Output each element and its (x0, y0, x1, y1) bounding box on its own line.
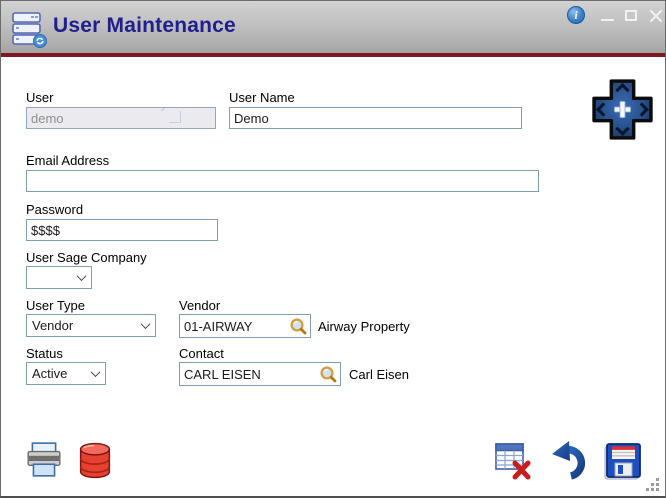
info-button[interactable]: i (567, 6, 587, 26)
info-icon: i (567, 6, 585, 24)
lookup-magnifier-icon[interactable] (289, 317, 308, 336)
record-navigator-button[interactable] (591, 78, 654, 141)
lookup-magnifier-icon[interactable] (319, 365, 338, 384)
email-label: Email Address (26, 153, 109, 168)
contact-label: Contact (179, 346, 224, 361)
save-icon (603, 441, 643, 481)
disabled-button-ghost (169, 111, 181, 123)
user-name-input[interactable] (229, 107, 522, 129)
contact-field (179, 362, 341, 386)
maximize-button[interactable] (622, 6, 642, 26)
password-label: Password (26, 202, 83, 217)
undo-button[interactable] (549, 439, 587, 477)
resize-grip[interactable] (656, 488, 659, 491)
minimize-button[interactable] (598, 6, 618, 26)
password-input[interactable] (26, 219, 218, 241)
printer-icon (25, 441, 63, 479)
status-value: Active (32, 366, 67, 381)
user-maintenance-icon (11, 12, 49, 48)
user-input (26, 107, 216, 129)
email-input[interactable] (26, 170, 539, 192)
user-name-label: User Name (229, 90, 295, 105)
close-button[interactable] (646, 6, 666, 26)
save-button[interactable] (603, 441, 641, 479)
maximize-icon (625, 10, 637, 21)
chevron-down-icon (77, 271, 87, 281)
database-button[interactable] (77, 441, 115, 479)
status-label: Status (26, 346, 63, 361)
print-button[interactable] (25, 441, 63, 479)
delete-record-button[interactable] (493, 441, 531, 479)
user-type-label: User Type (26, 298, 85, 313)
navigator-plus-icon (591, 78, 654, 141)
chevron-down-icon (91, 367, 101, 377)
title-divider (1, 53, 665, 57)
contact-description: Carl Eisen (349, 367, 409, 382)
database-icon (77, 441, 113, 479)
status-select[interactable]: Active (26, 362, 106, 385)
vendor-description: Airway Property (318, 319, 410, 334)
user-type-value: Vendor (32, 318, 73, 333)
title-bar: User Maintenance i (1, 1, 665, 53)
vendor-input[interactable] (180, 315, 296, 337)
undo-icon (549, 439, 589, 481)
user-type-select[interactable]: Vendor (26, 314, 156, 337)
vendor-field (179, 314, 311, 338)
user-sage-company-label: User Sage Company (26, 250, 147, 265)
minimize-icon (601, 19, 614, 21)
user-maintenance-window: User Maintenance i User User Name (0, 0, 666, 498)
user-label: User (26, 90, 53, 105)
delete-record-icon (493, 441, 533, 481)
vendor-label: Vendor (179, 298, 220, 313)
chevron-down-icon (141, 319, 151, 329)
page-title: User Maintenance (53, 14, 236, 38)
user-sage-company-select[interactable] (26, 266, 92, 289)
contact-input[interactable] (180, 363, 326, 385)
